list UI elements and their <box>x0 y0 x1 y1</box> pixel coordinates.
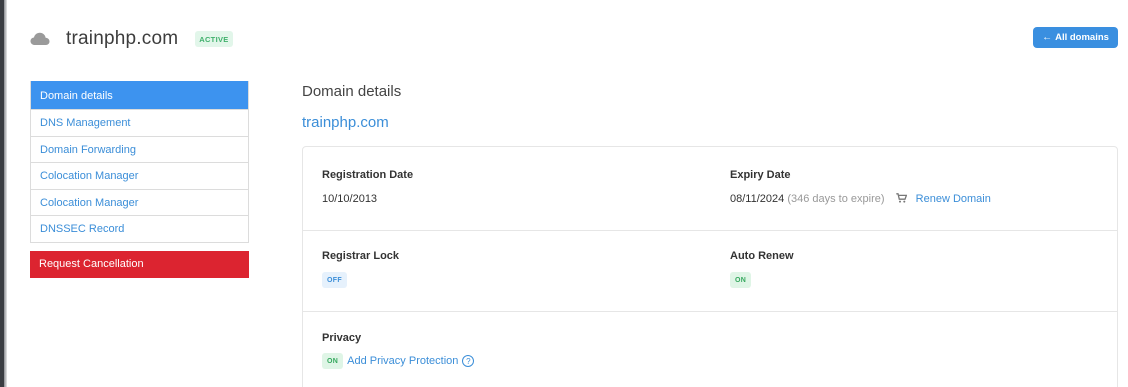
privacy-toggle[interactable]: ON <box>322 353 344 369</box>
expiry-date-label: Expiry Date <box>730 169 791 181</box>
request-cancellation-button[interactable]: Request Cancellation <box>30 250 249 278</box>
window-edge <box>0 0 7 387</box>
details-card: Registration Date 10/10/2013 Expiry Date… <box>302 146 1118 387</box>
registrar-lock-toggle[interactable]: OFF <box>322 272 347 288</box>
sidebar-item-domain-forwarding[interactable]: Domain Forwarding <box>31 135 248 163</box>
sidebar-item-colocation-manager[interactable]: Colocation Manager <box>31 162 248 189</box>
privacy-line: ON Add Privacy Protection ? <box>322 353 475 369</box>
sidebar-item-dnssec-record[interactable]: DNSSEC Record <box>31 215 248 242</box>
renew-domain-link[interactable]: Renew Domain <box>916 193 991 205</box>
sidebar-item-domain-details[interactable]: Domain details <box>31 81 248 109</box>
dates-row: Registration Date 10/10/2013 Expiry Date… <box>303 147 1117 230</box>
expiry-date-cell: Expiry Date 08/11/2024 (346 days to expi… <box>730 169 991 205</box>
add-privacy-protection-link[interactable]: Add Privacy Protection <box>347 355 458 367</box>
sidebar-item-colocation-manager-2[interactable]: Colocation Manager <box>31 188 248 216</box>
all-domains-label: All domains <box>1055 32 1109 43</box>
expiry-date-value: 08/11/2024 <box>730 193 785 205</box>
auto-renew-cell: Auto Renew ON <box>730 250 794 288</box>
registrar-lock-label: Registrar Lock <box>322 250 400 262</box>
auto-renew-toggle[interactable]: ON <box>730 272 752 288</box>
settings-row: Registrar Lock OFF Auto Renew ON <box>303 230 1117 311</box>
auto-renew-label: Auto Renew <box>730 250 794 262</box>
privacy-row: Privacy ON Add Privacy Protection ? <box>303 311 1117 387</box>
days-to-expire: (346 days to expire) <box>787 193 885 205</box>
sidebar: Domain details DNS Management Domain For… <box>30 81 249 278</box>
all-domains-button[interactable]: ← All domains <box>1033 27 1118 48</box>
registration-date-cell: Registration Date 10/10/2013 <box>322 169 413 205</box>
cloud-icon <box>30 32 50 46</box>
page-title: trainphp.com <box>66 28 179 49</box>
page-header: trainphp.com ACTIVE <box>30 24 233 54</box>
sidebar-menu: Domain details DNS Management Domain For… <box>30 81 249 243</box>
cart-icon <box>895 193 907 203</box>
privacy-cell: Privacy ON Add Privacy Protection ? <box>322 332 475 369</box>
arrow-left-icon: ← <box>1042 32 1053 43</box>
domain-link[interactable]: trainphp.com <box>302 114 389 131</box>
status-badge: ACTIVE <box>195 31 233 47</box>
expiry-date-line: 08/11/2024 (346 days to expire) Renew Do… <box>730 193 991 205</box>
section-title: Domain details <box>302 83 402 100</box>
help-icon[interactable]: ? <box>462 355 475 367</box>
privacy-label: Privacy <box>322 332 362 344</box>
registration-date-value: 10/10/2013 <box>322 193 378 205</box>
sidebar-item-dns-management[interactable]: DNS Management <box>31 109 248 136</box>
registration-date-label: Registration Date <box>322 169 414 181</box>
registrar-lock-cell: Registrar Lock OFF <box>322 250 399 288</box>
